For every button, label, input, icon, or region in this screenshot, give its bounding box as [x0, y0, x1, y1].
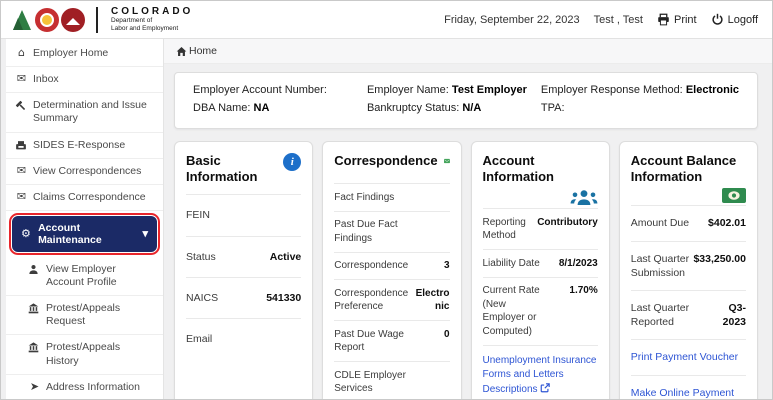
employer-name-label: Employer Name: [367, 84, 449, 96]
response-method-value: Electronic [686, 84, 739, 96]
sidebar-item-claims-correspondence[interactable]: ✉ Claims Correspondence [6, 185, 163, 211]
sidebar-item-address-information[interactable]: ➤ Address Information [6, 375, 163, 399]
liability-date-link[interactable]: Liability Date [483, 257, 544, 271]
correspondence-preference-row: Correspondence Preference Electronic [334, 279, 449, 320]
logoff-label: Logoff [728, 14, 758, 26]
colorado-c-icon [35, 8, 59, 32]
sidebar-item-employer-home[interactable]: ⌂ Employer Home [6, 41, 163, 67]
naics-row: NAICS 541330 [186, 277, 301, 318]
tpa-label: TPA: [541, 102, 565, 114]
users-group-icon [570, 188, 598, 206]
external-link-icon [540, 383, 550, 399]
response-method-label: Employer Response Method: [541, 84, 683, 96]
account-information-card: Account Information [471, 141, 610, 399]
fact-findings-row: Fact Findings [334, 183, 449, 211]
envelope-icon [444, 153, 450, 169]
basic-information-card: Basic Information i FEIN Status Active [174, 141, 313, 399]
fax-icon [15, 139, 28, 152]
past-due-wage-report-row: Past Due Wage Report 0 [334, 320, 449, 361]
past-due-fact-findings-row: Past Due Fact Findings [334, 211, 449, 252]
brand-state-name: COLORADO [111, 6, 193, 17]
bankruptcy-status-label: Bankruptcy Status: [367, 102, 459, 114]
app-window: COLORADO Department of Labor and Employm… [0, 0, 773, 400]
sidebar-item-view-correspondences[interactable]: ✉ View Correspondences [6, 159, 163, 185]
home-icon [176, 46, 187, 57]
mountain-icon [11, 8, 33, 32]
envelope-icon: ✉ [15, 165, 28, 177]
breadcrumb-home-link[interactable]: Home [189, 45, 217, 57]
bankruptcy-status-value: N/A [462, 102, 481, 114]
reporting-method-row: Reporting Method Contributory [483, 208, 598, 249]
user-icon [28, 263, 41, 275]
sidebar-item-protest-appeals-history[interactable]: Protest/Appeals History [6, 335, 163, 374]
amount-due-row: Amount Due $402.01 [631, 205, 746, 240]
employer-name-value: Test Employer [452, 84, 527, 96]
employer-account-number-label: Employer Account Number: [193, 84, 327, 96]
account-balance-title: Account Balance Information [631, 153, 746, 184]
naics-link[interactable]: 541330 [266, 291, 301, 305]
breadcrumb: Home [164, 39, 772, 64]
account-balance-card: Account Balance Information Amount Due [619, 141, 758, 399]
dba-name-label: DBA Name: [193, 102, 250, 114]
brand-dept-line1: Department of [111, 17, 193, 25]
current-date: Friday, September 22, 2023 [444, 14, 580, 26]
sidebar-item-sides-eresponse[interactable]: SIDES E-Response [6, 133, 163, 159]
print-payment-voucher-link[interactable]: Print Payment Voucher [631, 351, 738, 363]
brand-divider [96, 7, 98, 33]
sidebar-item-view-employer-account-profile[interactable]: View Employer Account Profile [6, 257, 163, 296]
sidebar-item-inbox[interactable]: ✉ Inbox [6, 67, 163, 93]
info-icon[interactable]: i [283, 153, 301, 171]
print-label: Print [674, 14, 697, 26]
status-row: Status Active [186, 236, 301, 277]
basic-information-title: Basic Information [186, 153, 277, 184]
envelope-icon: ✉ [15, 73, 28, 85]
last-quarter-submission-row: Last Quarter Submission $33,250.00 [631, 241, 746, 290]
printer-icon [657, 13, 670, 26]
last-quarter-reported-row: Last Quarter Reported Q3-2023 [631, 290, 746, 339]
sidebar-item-protest-appeals-request[interactable]: Protest/Appeals Request [6, 296, 163, 335]
power-icon [711, 13, 724, 26]
envelope-icon: ✉ [15, 191, 28, 203]
cdle-employer-services-row: CDLE Employer Services [334, 361, 449, 399]
sidebar-item-determination-summary[interactable]: Determination and Issue Summary [6, 93, 163, 132]
bank-icon [28, 302, 41, 314]
email-row: Email [186, 318, 301, 359]
bank-icon [28, 341, 41, 353]
sidebar-item-account-maintenance[interactable]: ⚙ Account Maintenance ▾ [12, 216, 157, 252]
correspondence-title: Correspondence [334, 153, 437, 169]
cdle-logo: COLORADO Department of Labor and Employm… [11, 6, 193, 33]
top-header: COLORADO Department of Labor and Employm… [1, 1, 772, 39]
print-voucher-link-row: Print Payment Voucher [631, 339, 746, 375]
dba-name-value: NA [254, 102, 270, 114]
print-button[interactable]: Print [657, 13, 697, 26]
account-information-title: Account Information [483, 153, 598, 184]
gavel-icon [15, 99, 28, 112]
correspondence-count-row: Correspondence 3 [334, 252, 449, 280]
liability-date-row: Liability Date 8/1/2023 [483, 249, 598, 277]
logged-in-user: Test , Test [594, 14, 643, 26]
make-online-payment-link[interactable]: Make Online Payment [631, 387, 734, 399]
correspondence-card: Correspondence Fact Findings Past Due Fa… [322, 141, 461, 399]
home-icon: ⌂ [15, 47, 28, 59]
annotation-highlight-account-maintenance: ⚙ Account Maintenance ▾ [9, 213, 160, 255]
money-bill-icon [722, 188, 746, 203]
ui-forms-link-row: Unemployment Insurance Forms and Letters… [483, 345, 598, 399]
brand-dept-line2: Labor and Employment [111, 25, 193, 33]
current-rate-row: Current Rate (New Employer or Computed) … [483, 277, 598, 345]
cdle-seal-icon [61, 8, 85, 32]
logoff-button[interactable]: Logoff [711, 13, 758, 26]
fein-row: FEIN [186, 194, 301, 235]
sidebar-nav: ⌂ Employer Home ✉ Inbox Determination an… [6, 39, 164, 399]
chevron-down-icon: ▾ [142, 227, 148, 240]
location-arrow-icon: ➤ [28, 381, 41, 393]
gears-icon: ⚙ [21, 227, 32, 240]
employer-summary-bar: Employer Account Number: DBA Name: NA Em… [174, 72, 758, 129]
online-payment-link-row: Make Online Payment [631, 375, 746, 399]
